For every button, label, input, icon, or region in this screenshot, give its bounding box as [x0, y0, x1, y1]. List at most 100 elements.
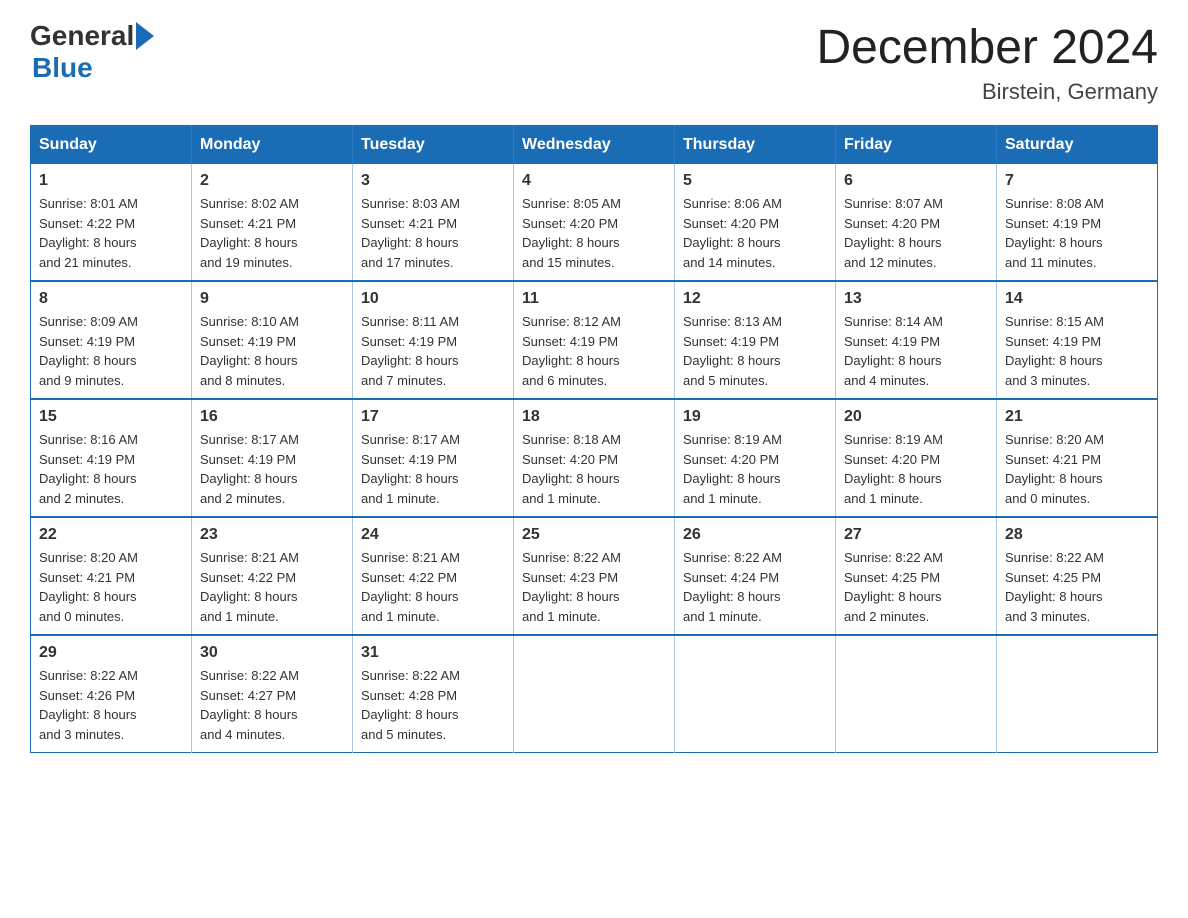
day-info: Sunrise: 8:22 AM Sunset: 4:25 PM Dayligh…: [1005, 548, 1149, 626]
day-info: Sunrise: 8:22 AM Sunset: 4:23 PM Dayligh…: [522, 548, 666, 626]
table-row: 29 Sunrise: 8:22 AM Sunset: 4:26 PM Dayl…: [31, 635, 192, 753]
logo-text: General: [30, 20, 156, 52]
day-number: 10: [361, 290, 505, 308]
day-number: 21: [1005, 408, 1149, 426]
day-info: Sunrise: 8:13 AM Sunset: 4:19 PM Dayligh…: [683, 312, 827, 390]
table-row: 8 Sunrise: 8:09 AM Sunset: 4:19 PM Dayli…: [31, 281, 192, 399]
day-number: 30: [200, 644, 344, 662]
table-row: 30 Sunrise: 8:22 AM Sunset: 4:27 PM Dayl…: [192, 635, 353, 753]
day-info: Sunrise: 8:05 AM Sunset: 4:20 PM Dayligh…: [522, 194, 666, 272]
calendar-week-row: 29 Sunrise: 8:22 AM Sunset: 4:26 PM Dayl…: [31, 635, 1158, 753]
day-info: Sunrise: 8:12 AM Sunset: 4:19 PM Dayligh…: [522, 312, 666, 390]
day-number: 12: [683, 290, 827, 308]
day-info: Sunrise: 8:11 AM Sunset: 4:19 PM Dayligh…: [361, 312, 505, 390]
day-info: Sunrise: 8:19 AM Sunset: 4:20 PM Dayligh…: [683, 430, 827, 508]
day-info: Sunrise: 8:15 AM Sunset: 4:19 PM Dayligh…: [1005, 312, 1149, 390]
table-row: 19 Sunrise: 8:19 AM Sunset: 4:20 PM Dayl…: [675, 399, 836, 517]
day-info: Sunrise: 8:21 AM Sunset: 4:22 PM Dayligh…: [361, 548, 505, 626]
day-info: Sunrise: 8:14 AM Sunset: 4:19 PM Dayligh…: [844, 312, 988, 390]
day-number: 1: [39, 172, 183, 190]
day-number: 3: [361, 172, 505, 190]
day-info: Sunrise: 8:20 AM Sunset: 4:21 PM Dayligh…: [1005, 430, 1149, 508]
table-row: 6 Sunrise: 8:07 AM Sunset: 4:20 PM Dayli…: [836, 164, 997, 281]
day-number: 14: [1005, 290, 1149, 308]
day-info: Sunrise: 8:17 AM Sunset: 4:19 PM Dayligh…: [200, 430, 344, 508]
day-info: Sunrise: 8:09 AM Sunset: 4:19 PM Dayligh…: [39, 312, 183, 390]
table-row: 9 Sunrise: 8:10 AM Sunset: 4:19 PM Dayli…: [192, 281, 353, 399]
day-info: Sunrise: 8:02 AM Sunset: 4:21 PM Dayligh…: [200, 194, 344, 272]
table-row: [836, 635, 997, 753]
table-row: 24 Sunrise: 8:21 AM Sunset: 4:22 PM Dayl…: [353, 517, 514, 635]
day-info: Sunrise: 8:22 AM Sunset: 4:28 PM Dayligh…: [361, 666, 505, 744]
col-sunday: Sunday: [31, 126, 192, 165]
day-number: 31: [361, 644, 505, 662]
table-row: 5 Sunrise: 8:06 AM Sunset: 4:20 PM Dayli…: [675, 164, 836, 281]
calendar-week-row: 1 Sunrise: 8:01 AM Sunset: 4:22 PM Dayli…: [31, 164, 1158, 281]
col-tuesday: Tuesday: [353, 126, 514, 165]
table-row: 13 Sunrise: 8:14 AM Sunset: 4:19 PM Dayl…: [836, 281, 997, 399]
day-info: Sunrise: 8:03 AM Sunset: 4:21 PM Dayligh…: [361, 194, 505, 272]
day-info: Sunrise: 8:22 AM Sunset: 4:25 PM Dayligh…: [844, 548, 988, 626]
table-row: 1 Sunrise: 8:01 AM Sunset: 4:22 PM Dayli…: [31, 164, 192, 281]
table-row: 11 Sunrise: 8:12 AM Sunset: 4:19 PM Dayl…: [514, 281, 675, 399]
day-number: 16: [200, 408, 344, 426]
table-row: [997, 635, 1158, 753]
day-number: 7: [1005, 172, 1149, 190]
page-subtitle: Birstein, Germany: [816, 79, 1158, 105]
table-row: 3 Sunrise: 8:03 AM Sunset: 4:21 PM Dayli…: [353, 164, 514, 281]
day-info: Sunrise: 8:20 AM Sunset: 4:21 PM Dayligh…: [39, 548, 183, 626]
day-number: 20: [844, 408, 988, 426]
logo: General Blue: [30, 20, 156, 84]
day-info: Sunrise: 8:01 AM Sunset: 4:22 PM Dayligh…: [39, 194, 183, 272]
calendar-table: Sunday Monday Tuesday Wednesday Thursday…: [30, 125, 1158, 753]
day-info: Sunrise: 8:16 AM Sunset: 4:19 PM Dayligh…: [39, 430, 183, 508]
day-info: Sunrise: 8:17 AM Sunset: 4:19 PM Dayligh…: [361, 430, 505, 508]
day-info: Sunrise: 8:10 AM Sunset: 4:19 PM Dayligh…: [200, 312, 344, 390]
table-row: [514, 635, 675, 753]
table-row: 15 Sunrise: 8:16 AM Sunset: 4:19 PM Dayl…: [31, 399, 192, 517]
table-row: 26 Sunrise: 8:22 AM Sunset: 4:24 PM Dayl…: [675, 517, 836, 635]
table-row: [675, 635, 836, 753]
day-info: Sunrise: 8:06 AM Sunset: 4:20 PM Dayligh…: [683, 194, 827, 272]
day-info: Sunrise: 8:08 AM Sunset: 4:19 PM Dayligh…: [1005, 194, 1149, 272]
col-wednesday: Wednesday: [514, 126, 675, 165]
day-number: 13: [844, 290, 988, 308]
col-monday: Monday: [192, 126, 353, 165]
day-info: Sunrise: 8:21 AM Sunset: 4:22 PM Dayligh…: [200, 548, 344, 626]
day-number: 2: [200, 172, 344, 190]
title-section: December 2024 Birstein, Germany: [816, 20, 1158, 105]
table-row: 12 Sunrise: 8:13 AM Sunset: 4:19 PM Dayl…: [675, 281, 836, 399]
table-row: 2 Sunrise: 8:02 AM Sunset: 4:21 PM Dayli…: [192, 164, 353, 281]
day-number: 5: [683, 172, 827, 190]
table-row: 7 Sunrise: 8:08 AM Sunset: 4:19 PM Dayli…: [997, 164, 1158, 281]
day-number: 19: [683, 408, 827, 426]
calendar-header-row: Sunday Monday Tuesday Wednesday Thursday…: [31, 126, 1158, 165]
table-row: 17 Sunrise: 8:17 AM Sunset: 4:19 PM Dayl…: [353, 399, 514, 517]
day-number: 11: [522, 290, 666, 308]
table-row: 16 Sunrise: 8:17 AM Sunset: 4:19 PM Dayl…: [192, 399, 353, 517]
day-info: Sunrise: 8:07 AM Sunset: 4:20 PM Dayligh…: [844, 194, 988, 272]
day-number: 23: [200, 526, 344, 544]
day-number: 6: [844, 172, 988, 190]
day-number: 18: [522, 408, 666, 426]
table-row: 28 Sunrise: 8:22 AM Sunset: 4:25 PM Dayl…: [997, 517, 1158, 635]
calendar-week-row: 8 Sunrise: 8:09 AM Sunset: 4:19 PM Dayli…: [31, 281, 1158, 399]
day-number: 27: [844, 526, 988, 544]
day-info: Sunrise: 8:22 AM Sunset: 4:26 PM Dayligh…: [39, 666, 183, 744]
day-number: 17: [361, 408, 505, 426]
day-number: 22: [39, 526, 183, 544]
calendar-week-row: 15 Sunrise: 8:16 AM Sunset: 4:19 PM Dayl…: [31, 399, 1158, 517]
day-info: Sunrise: 8:22 AM Sunset: 4:27 PM Dayligh…: [200, 666, 344, 744]
page-title: December 2024: [816, 20, 1158, 75]
day-number: 26: [683, 526, 827, 544]
logo-arrow-icon: [136, 22, 154, 50]
table-row: 22 Sunrise: 8:20 AM Sunset: 4:21 PM Dayl…: [31, 517, 192, 635]
col-friday: Friday: [836, 126, 997, 165]
table-row: 23 Sunrise: 8:21 AM Sunset: 4:22 PM Dayl…: [192, 517, 353, 635]
day-number: 24: [361, 526, 505, 544]
col-thursday: Thursday: [675, 126, 836, 165]
day-number: 9: [200, 290, 344, 308]
day-number: 25: [522, 526, 666, 544]
col-saturday: Saturday: [997, 126, 1158, 165]
table-row: 21 Sunrise: 8:20 AM Sunset: 4:21 PM Dayl…: [997, 399, 1158, 517]
